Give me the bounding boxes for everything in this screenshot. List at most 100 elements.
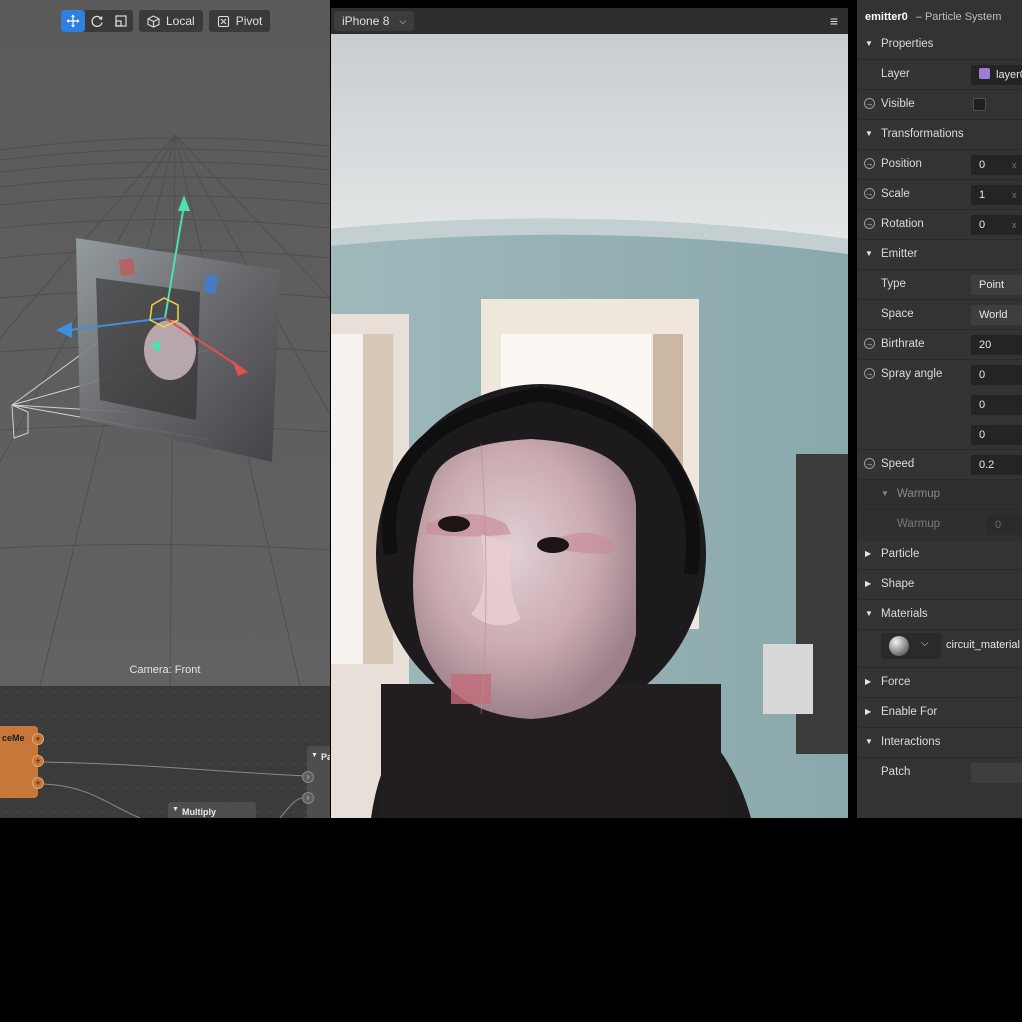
expand-triangle-icon: ▼	[865, 609, 873, 618]
patch-arrow-icon[interactable]: →	[864, 218, 875, 229]
move-tool-button[interactable]	[61, 10, 85, 32]
local-space-toggle[interactable]: Local	[139, 10, 203, 32]
scene-viewport[interactable]: Local Pivot Camera: Front	[0, 0, 330, 686]
section-materials[interactable]: ▼ Materials	[857, 600, 1022, 630]
scale-label: Scale	[881, 188, 910, 200]
patch-connections	[43, 761, 307, 818]
material-name[interactable]: circuit_material	[946, 639, 1020, 651]
patch-arrow-icon[interactable]: →	[864, 158, 875, 169]
collapsed-triangle-icon: ▶	[865, 579, 872, 588]
transform-tool-group	[61, 10, 133, 32]
position-x-field[interactable]: 0x	[971, 155, 1022, 175]
section-label: Warmup	[897, 488, 941, 500]
section-transformations[interactable]: ▼ Transformations	[857, 120, 1022, 150]
camera-label: Camera: Front	[129, 664, 201, 676]
cube-icon	[147, 14, 160, 28]
pa-node-port[interactable]: ›	[302, 771, 314, 783]
birthrate-label: Birthrate	[881, 338, 925, 350]
spray-angle-row: 0	[857, 420, 1022, 450]
device-name: iPhone 8	[342, 14, 390, 28]
patch-arrow-icon[interactable]: →	[864, 458, 875, 469]
inspector-header: emitter0 – Particle System	[865, 9, 1001, 23]
section-warmup[interactable]: ▼ Warmup	[857, 480, 1022, 510]
section-properties[interactable]: ▼ Properties	[857, 30, 1022, 60]
section-label: Particle	[881, 548, 920, 560]
material-picker[interactable]: ⌵	[881, 633, 941, 659]
expand-triangle-icon: ▼	[865, 39, 873, 48]
inspector-panel: emitter0 – Particle System ▼ Properties L…	[857, 0, 1022, 818]
layer-color-swatch	[979, 68, 990, 79]
layer-label: Layer	[881, 68, 910, 80]
material-row: ⌵ circuit_material	[857, 630, 1022, 668]
spray-angle-y-field[interactable]: 0	[971, 395, 1022, 415]
position-label: Position	[881, 158, 922, 170]
object-type: – Particle System	[915, 11, 1002, 23]
space-select[interactable]: World	[971, 305, 1022, 325]
scale-tool-button[interactable]	[109, 10, 133, 32]
speed-label: Speed	[881, 458, 915, 470]
section-label: Materials	[881, 608, 928, 620]
patch-arrow-icon[interactable]: →	[864, 188, 875, 199]
rotate-icon	[91, 15, 103, 28]
expand-triangle-icon: ▼	[865, 737, 873, 746]
section-particle[interactable]: ▶ Particle	[857, 540, 1022, 570]
pa-node-label: Pa	[321, 752, 330, 762]
section-shape[interactable]: ▶ Shape	[857, 570, 1022, 600]
scale-icon	[115, 15, 127, 27]
patch-arrow-icon[interactable]: →	[864, 368, 875, 379]
move-icon	[66, 14, 80, 28]
patch-label: Patch	[881, 766, 911, 778]
section-interactions[interactable]: ▼ Interactions	[857, 728, 1022, 758]
section-force[interactable]: ▶ Force	[857, 668, 1022, 698]
rotation-row: → Rotation 0x	[857, 210, 1022, 240]
type-row: Type Point	[857, 270, 1022, 300]
pivot-label: Pivot	[235, 14, 263, 28]
multiply-node[interactable]: Multiply ▼	[168, 802, 256, 818]
spray-angle-x-field[interactable]: 0	[971, 365, 1022, 385]
type-label: Type	[881, 278, 906, 290]
birthrate-field[interactable]: 20	[971, 335, 1022, 355]
patch-arrow-icon[interactable]: →	[864, 98, 875, 109]
scene-grid	[0, 0, 330, 686]
scale-x-field[interactable]: 1x	[971, 185, 1022, 205]
face-node-port[interactable]: +	[32, 755, 44, 767]
face-node-port[interactable]: +	[32, 777, 44, 789]
device-select[interactable]: iPhone 8 ⌵	[334, 11, 415, 31]
collapse-icon: ▼	[311, 752, 318, 759]
type-select[interactable]: Point	[971, 275, 1022, 295]
layer-value: layer0	[996, 69, 1022, 81]
face-node-port[interactable]: +	[32, 733, 44, 745]
expand-triangle-icon: ▼	[865, 129, 873, 138]
section-emitter[interactable]: ▼ Emitter	[857, 240, 1022, 270]
pivot-icon	[217, 15, 229, 27]
patch-editor[interactable]: ceMe + + + Multiply ▼ Pa ▼ › ›	[0, 686, 330, 818]
hamburger-menu-icon[interactable]: ≡	[830, 13, 838, 29]
spray-angle-z-field[interactable]: 0	[971, 425, 1022, 445]
spray-angle-row: → Spray angle 0	[857, 360, 1022, 390]
chevron-down-icon: ⌵	[399, 15, 407, 26]
spray-angle-label: Spray angle	[881, 368, 943, 380]
speed-field[interactable]: 0.2	[971, 455, 1022, 475]
position-row: → Position 0x	[857, 150, 1022, 180]
layer-select[interactable]: layer0	[971, 65, 1022, 85]
pa-node-port[interactable]: ›	[302, 792, 314, 804]
patch-arrow-icon[interactable]: →	[864, 338, 875, 349]
warmup-row: Warmup 0	[857, 510, 1022, 540]
section-label: Enable For	[881, 706, 938, 718]
multiply-node-label: Multiply	[182, 807, 216, 817]
patch-button[interactable]	[971, 763, 1022, 783]
local-label: Local	[166, 14, 195, 28]
rotate-tool-button[interactable]	[85, 10, 109, 32]
rotation-x-field[interactable]: 0x	[971, 215, 1022, 235]
section-label: Transformations	[881, 128, 964, 140]
visible-row: → Visible	[857, 90, 1022, 120]
section-label: Force	[881, 676, 911, 688]
position-x-value: 0	[979, 159, 986, 171]
visible-checkbox[interactable]	[973, 98, 986, 111]
pivot-toggle[interactable]: Pivot	[208, 10, 271, 32]
rotation-label: Rotation	[881, 218, 924, 230]
section-enable-for[interactable]: ▶ Enable For	[857, 698, 1022, 728]
space-label: Space	[881, 308, 914, 320]
layer-row: Layer layer0	[857, 60, 1022, 90]
section-label: Shape	[881, 578, 915, 590]
